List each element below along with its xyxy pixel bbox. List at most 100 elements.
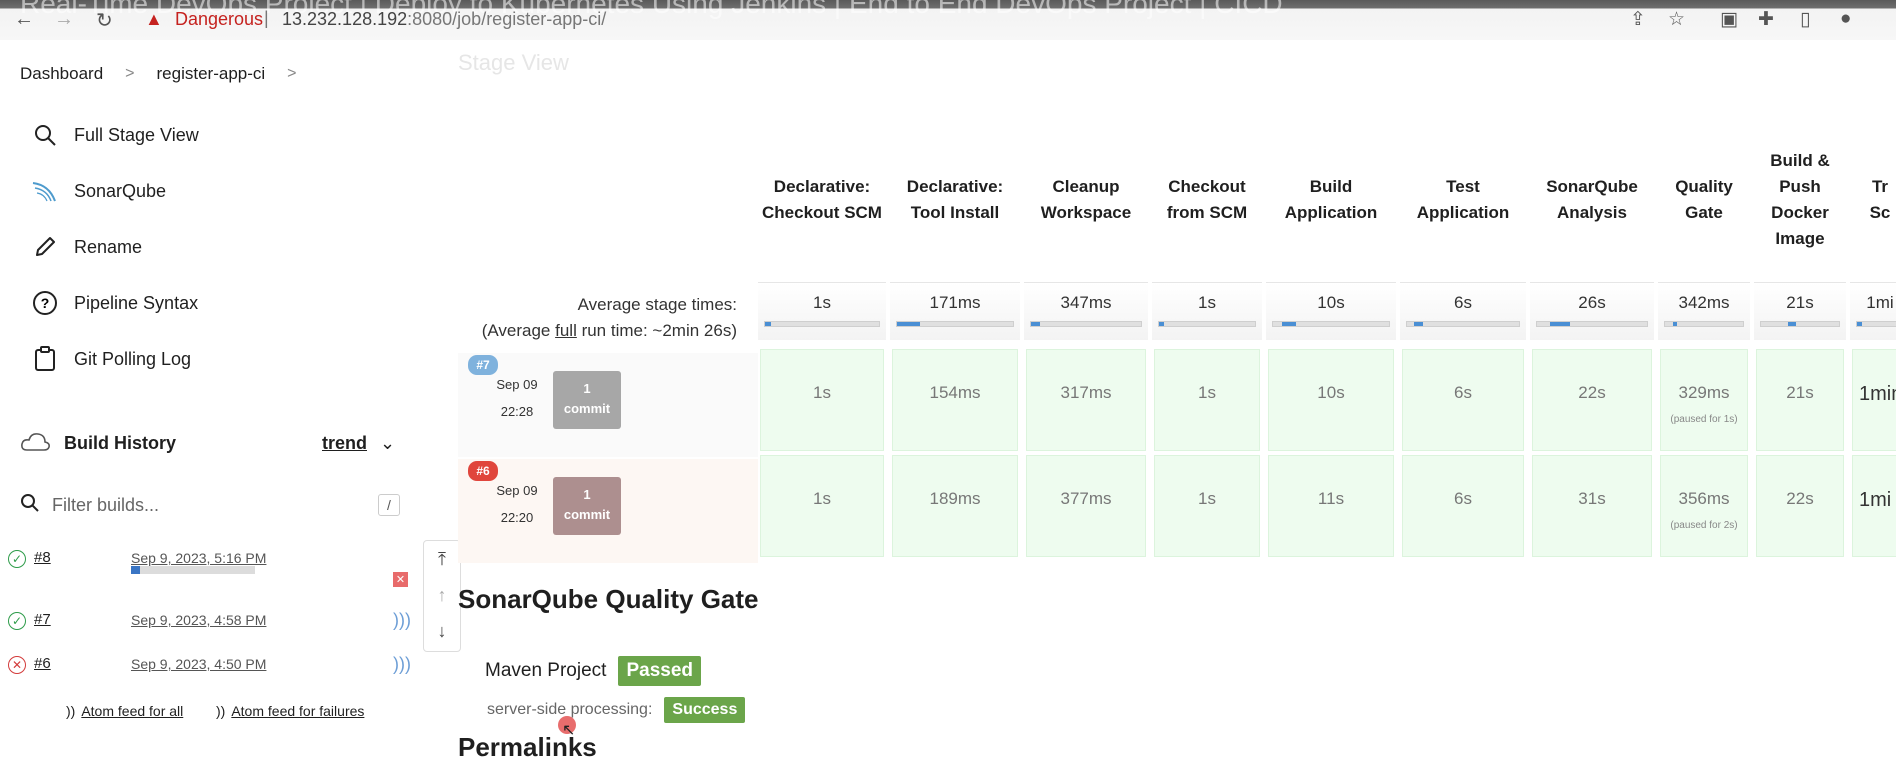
stage-result-cell[interactable]: 11s xyxy=(1268,455,1394,557)
stage-result-cell[interactable]: 356ms (paused for 2s) xyxy=(1660,455,1748,557)
stage-header: Checkout from SCM xyxy=(1166,177,1248,222)
share-icon[interactable]: ⇪ xyxy=(1630,8,1646,31)
pause-note: (paused for 2s) xyxy=(1670,520,1738,531)
commit-count: 1 xyxy=(583,487,591,502)
sidebar-item-rename[interactable]: Rename xyxy=(30,232,142,262)
breadcrumb-dashboard[interactable]: Dashboard xyxy=(20,64,103,84)
stage-result-cell[interactable]: 1mi xyxy=(1852,455,1896,557)
sidebar-item-sonarqube[interactable]: SonarQube xyxy=(30,176,166,206)
build-row[interactable]: ✓ #7 Sep 9, 2023, 4:58 PM ))) xyxy=(8,608,411,634)
sidebar-item-git-polling-log[interactable]: Git Polling Log xyxy=(30,344,191,374)
back-icon[interactable]: ← xyxy=(14,8,34,31)
stage-duration: 22s xyxy=(1786,489,1814,508)
average-time: 171ms xyxy=(929,293,981,312)
chevron-right-icon: > xyxy=(125,65,135,82)
stage-result-cell[interactable]: 31s xyxy=(1532,455,1652,557)
puzzle-icon[interactable]: ✚ xyxy=(1758,8,1774,31)
stage-result-cell[interactable]: 1s xyxy=(1154,455,1260,557)
build-row[interactable]: ✕ #6 Sep 9, 2023, 4:50 PM ))) xyxy=(8,652,411,678)
stage-duration: 1s xyxy=(1198,383,1216,402)
stage-result-cell[interactable]: 1s xyxy=(760,455,884,557)
filter-input[interactable]: Filter builds... xyxy=(52,495,159,516)
sidebar-item-full-stage-view[interactable]: Full Stage View xyxy=(30,120,199,150)
atom-feed-failures-link[interactable]: )) Atom feed for failures xyxy=(216,703,364,719)
build-date[interactable]: Sep 9, 2023, 5:16 PM xyxy=(131,550,266,566)
security-label[interactable]: Dangerous xyxy=(175,9,263,30)
stage-result-cell[interactable]: 22s xyxy=(1532,349,1652,451)
sonarqube-icon[interactable]: ))) xyxy=(393,654,411,675)
stage-header: Test Application xyxy=(1416,177,1510,222)
extension-icon[interactable]: ▣ xyxy=(1720,8,1738,31)
stage-result-cell[interactable]: 21s xyxy=(1756,349,1844,451)
stage-result-cell[interactable]: 317ms xyxy=(1026,349,1146,451)
filter-shortcut-key: / xyxy=(378,494,400,516)
build-number[interactable]: #7 xyxy=(34,611,51,628)
stage-result-cell[interactable]: 1min xyxy=(1852,349,1896,451)
stage-result-cell[interactable]: 1s xyxy=(1154,349,1260,451)
stage-result-cell[interactable]: 377ms xyxy=(1026,455,1146,557)
run-header-6[interactable]: #6 Sep 09 22:20 1 commit xyxy=(458,459,758,563)
run-date: Sep 09 xyxy=(496,377,538,392)
scroll-down-icon[interactable]: ↓ xyxy=(424,613,460,649)
stage-result-cell[interactable]: 154ms xyxy=(892,349,1018,451)
stage-header: Declarative: Checkout SCM xyxy=(762,177,882,222)
stage-result-cell[interactable]: 22s xyxy=(1756,455,1844,557)
bar-fill xyxy=(1788,322,1797,326)
chevron-right-icon[interactable]: > xyxy=(287,65,296,83)
stage-result-cell[interactable]: 10s xyxy=(1268,349,1394,451)
chevron-down-icon[interactable]: ⌄ xyxy=(380,433,395,454)
build-number[interactable]: #8 xyxy=(34,549,51,566)
build-date[interactable]: Sep 9, 2023, 4:50 PM xyxy=(131,656,266,672)
average-time: 6s xyxy=(1454,293,1472,312)
average-time: 1s xyxy=(1198,293,1216,312)
stage-result-cell[interactable]: 189ms xyxy=(892,455,1018,557)
sonarqube-icon[interactable]: ))) xyxy=(393,610,411,631)
build-progress-bar[interactable] xyxy=(131,566,255,574)
search-icon xyxy=(20,493,40,518)
atom-feed-failures-label: Atom feed for failures xyxy=(231,703,365,719)
stage-header: Cleanup Workspace xyxy=(1040,177,1132,222)
address-bar[interactable]: 13.232.128.192:8080/job/register-app-ci/ xyxy=(282,9,606,30)
stage-result-cell[interactable]: 6s xyxy=(1402,455,1524,557)
sidepanel-icon[interactable]: ▯ xyxy=(1800,8,1810,31)
run-header-7[interactable]: #7 Sep 09 22:28 1 commit xyxy=(458,353,758,457)
url-path: :8080/job/register-app-ci/ xyxy=(407,9,607,29)
cancel-build-icon[interactable]: ✕ xyxy=(393,572,408,587)
run-time: 22:20 xyxy=(500,510,534,525)
commit-button[interactable]: 1 commit xyxy=(553,477,621,535)
forward-icon[interactable]: → xyxy=(54,8,74,31)
average-time: 347ms xyxy=(1060,293,1112,312)
breadcrumb-job[interactable]: register-app-ci xyxy=(157,64,266,84)
stage-duration: 10s xyxy=(1317,383,1345,402)
build-date[interactable]: Sep 9, 2023, 4:58 PM xyxy=(131,612,266,628)
sidebar-item-label: SonarQube xyxy=(74,180,167,201)
scroll-up-icon[interactable]: ↑ xyxy=(424,577,460,613)
full-run-link[interactable]: full xyxy=(555,321,577,340)
commit-label: commit xyxy=(563,401,611,416)
scroll-top-icon[interactable]: ⤒ xyxy=(424,541,460,577)
profile-icon[interactable]: ● xyxy=(1840,8,1851,30)
build-number[interactable]: #6 xyxy=(34,655,51,672)
pencil-icon xyxy=(30,232,60,262)
atom-feed-all-link[interactable]: )) Atom feed for all xyxy=(66,703,183,719)
filter-builds[interactable]: Filter builds... / xyxy=(20,490,400,520)
commit-count: 1 xyxy=(583,381,591,396)
sonarqube-icon xyxy=(30,176,60,206)
project-name[interactable]: Maven Project xyxy=(485,660,606,682)
stage-duration: 1s xyxy=(813,383,831,402)
commit-button[interactable]: 1 commit xyxy=(553,371,621,429)
average-time-bar xyxy=(1272,321,1390,327)
reload-icon[interactable]: ↻ xyxy=(96,8,113,33)
trend-link[interactable]: trend xyxy=(322,433,367,454)
success-icon: ✓ xyxy=(8,612,26,630)
stage-result-cell[interactable]: 329ms (paused for 1s) xyxy=(1660,349,1748,451)
sidebar-item-pipeline-syntax[interactable]: ? Pipeline Syntax xyxy=(30,288,198,318)
star-icon[interactable]: ☆ xyxy=(1668,8,1685,31)
scroll-controls: ⤒ ↑ ↓ xyxy=(423,540,461,652)
stage-header: Quality Gate xyxy=(1675,177,1733,222)
stage-result-cell[interactable]: 1s xyxy=(760,349,884,451)
rss-icon: )) xyxy=(66,703,76,719)
average-time-bar xyxy=(1664,321,1744,327)
stage-result-cell[interactable]: 6s xyxy=(1402,349,1524,451)
average-time-cell: 1mi xyxy=(1850,282,1896,340)
